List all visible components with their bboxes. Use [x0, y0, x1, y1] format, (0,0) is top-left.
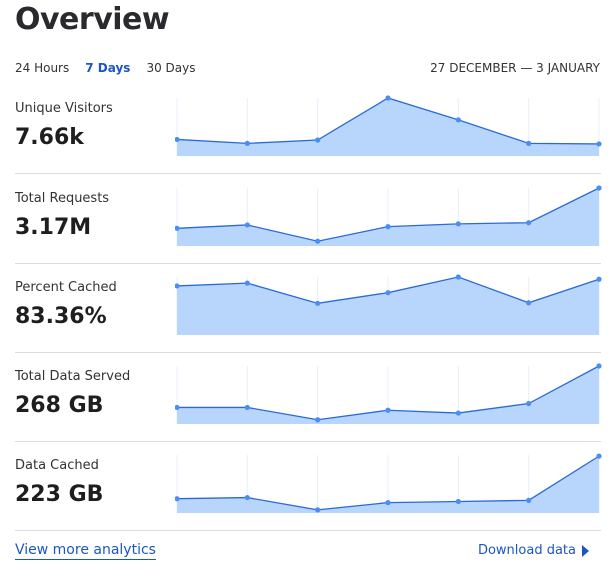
data-point[interactable] — [526, 400, 532, 407]
metric-label: Unique Visitors — [15, 101, 113, 116]
data-point[interactable] — [596, 141, 602, 147]
metric-value: 83.36% — [15, 304, 107, 329]
date-range: 27 DECEMBER — 3 JANUARY — [430, 61, 600, 75]
data-point[interactable] — [385, 290, 391, 296]
data-point[interactable] — [596, 453, 602, 459]
data-point[interactable] — [315, 137, 321, 143]
divider — [15, 530, 601, 531]
download-data-label: Download data — [477, 543, 576, 558]
data-point[interactable] — [315, 507, 321, 513]
divider — [15, 173, 601, 174]
metric-row: Unique Visitors 7.66k — [15, 85, 602, 174]
metric-value: 7.66k — [15, 125, 84, 150]
data-point[interactable] — [455, 410, 461, 416]
data-point[interactable] — [455, 221, 461, 227]
data-point[interactable] — [385, 500, 391, 506]
data-point[interactable] — [596, 276, 602, 282]
range-tabs: 24 Hours 7 Days 30 Days — [15, 61, 211, 75]
area-fill — [177, 98, 599, 156]
metric-row: Total Requests 3.17M — [15, 175, 602, 264]
data-point[interactable] — [385, 224, 391, 230]
data-point[interactable] — [385, 407, 391, 413]
page-title: Overview — [15, 2, 170, 37]
data-point[interactable] — [244, 222, 250, 228]
metric-label: Percent Cached — [15, 280, 117, 295]
view-more-analytics-link[interactable]: View more analytics — [15, 542, 156, 560]
data-point[interactable] — [244, 404, 250, 411]
data-point[interactable] — [596, 363, 602, 369]
sparkline-chart — [175, 185, 602, 246]
sparkline-chart — [175, 274, 602, 335]
data-point[interactable] — [455, 117, 461, 123]
data-point[interactable] — [244, 140, 250, 146]
download-data-button[interactable]: Download data — [478, 543, 589, 558]
data-point[interactable] — [455, 274, 461, 280]
data-point[interactable] — [526, 220, 532, 226]
data-point[interactable] — [244, 280, 250, 286]
sparkline-chart — [175, 453, 602, 513]
data-point[interactable] — [315, 300, 321, 306]
sparkline-chart — [175, 95, 602, 156]
metric-row: Data Cached 223 GB — [15, 442, 602, 531]
metric-label: Total Requests — [15, 191, 110, 206]
data-point[interactable] — [244, 494, 250, 501]
metric-row: Percent Cached 83.36% — [15, 264, 602, 353]
metric-value: 3.17M — [15, 215, 92, 240]
tab-24-hours[interactable]: 24 Hours — [15, 61, 69, 75]
metric-value: 268 GB — [15, 393, 104, 418]
metric-label: Data Cached — [15, 458, 99, 473]
data-point[interactable] — [526, 300, 532, 306]
data-point[interactable] — [596, 185, 602, 191]
data-point[interactable] — [455, 498, 461, 505]
metric-row: Total Data Served 268 GB — [15, 353, 602, 442]
tab-7-days[interactable]: 7 Days — [85, 61, 130, 75]
data-point[interactable] — [315, 238, 321, 244]
metric-label: Total Data Served — [15, 369, 131, 384]
metric-value: 223 GB — [15, 482, 104, 507]
data-point[interactable] — [526, 140, 532, 146]
tab-30-days[interactable]: 30 Days — [146, 61, 195, 75]
data-point[interactable] — [526, 497, 532, 503]
play-arrow-icon — [582, 544, 589, 557]
data-point[interactable] — [315, 417, 321, 423]
sparkline-chart — [175, 363, 602, 424]
data-point[interactable] — [385, 95, 391, 101]
